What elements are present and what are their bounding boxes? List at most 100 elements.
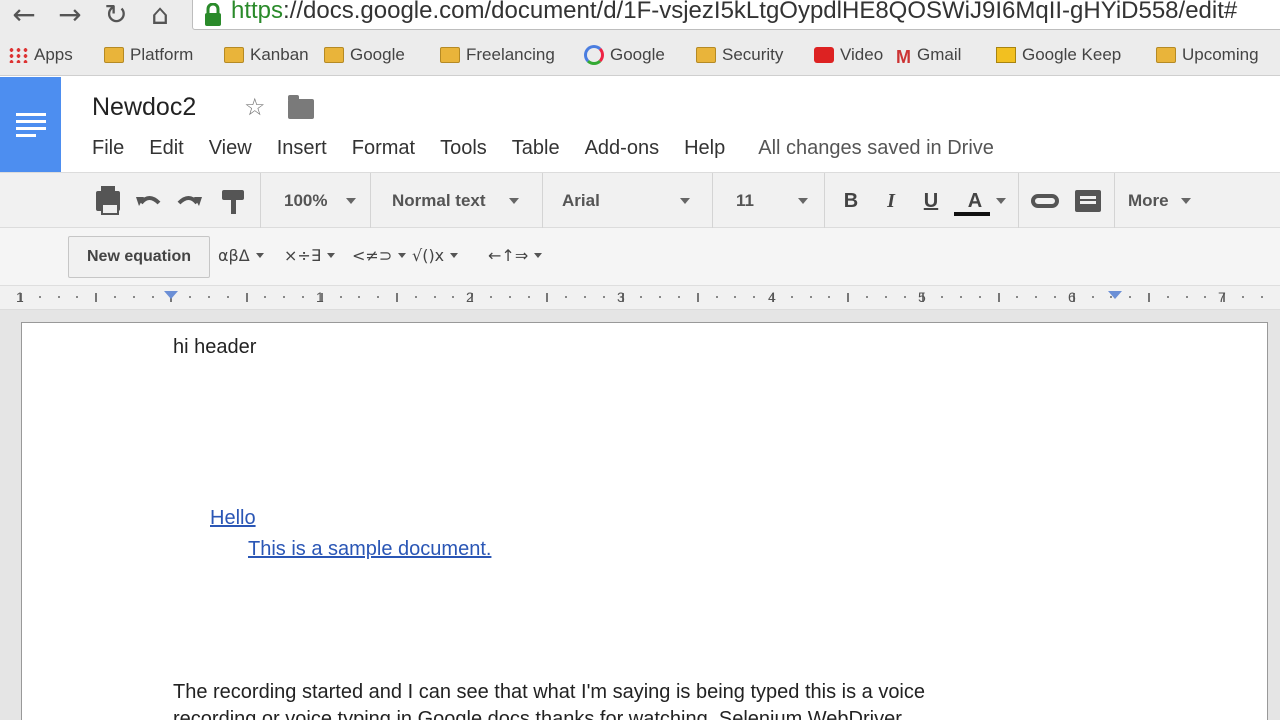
ruler-tick xyxy=(95,293,98,302)
bold-button[interactable]: B xyxy=(836,173,866,229)
link-hello[interactable]: Hello xyxy=(210,507,256,530)
ruler-dot xyxy=(1166,296,1169,298)
menu-edit[interactable]: Edit xyxy=(149,137,183,160)
operators-dropdown[interactable]: ×÷∃ xyxy=(284,240,335,270)
more-dropdown[interactable]: More xyxy=(1116,173,1206,229)
ruler-dot xyxy=(941,296,944,298)
insert-comment-button[interactable] xyxy=(1072,173,1104,229)
folder-icon xyxy=(104,47,124,63)
print-button[interactable] xyxy=(92,173,124,229)
chevron-down-icon xyxy=(346,198,356,204)
ruler-dot xyxy=(76,296,79,298)
ruler-dot xyxy=(659,296,662,298)
save-status[interactable]: All changes saved in Drive xyxy=(758,137,994,160)
toolbar-separator xyxy=(712,173,713,229)
menu-insert[interactable]: Insert xyxy=(277,137,327,160)
folder-icon xyxy=(324,47,344,63)
ruler[interactable]: 1 1 2 3 4 5 6 7 xyxy=(0,286,1280,310)
comment-icon xyxy=(1075,190,1101,212)
insert-link-button[interactable] xyxy=(1028,173,1062,229)
bookmark-upcoming[interactable]: Upcoming xyxy=(1156,41,1259,69)
zoom-dropdown[interactable]: 100% xyxy=(262,173,370,229)
menu-file[interactable]: File xyxy=(92,137,124,160)
ruler-label: 6 xyxy=(1068,289,1076,305)
greek-letters-label: αβΔ xyxy=(218,245,250,265)
ruler-dot xyxy=(828,296,831,298)
text-color-swatch xyxy=(954,212,990,216)
docs-home-button[interactable] xyxy=(0,77,61,172)
bookmark-freelancing[interactable]: Freelancing xyxy=(440,41,555,69)
header-text[interactable]: hi header xyxy=(173,336,256,359)
bookmark-label: Apps xyxy=(34,45,73,64)
ruler-dot xyxy=(809,296,812,298)
star-icon[interactable]: ☆ xyxy=(244,93,266,121)
style-dropdown[interactable]: Normal text xyxy=(372,173,542,229)
link-icon xyxy=(1031,194,1059,208)
ruler-tick xyxy=(696,293,699,302)
bookmark-keep[interactable]: Google Keep xyxy=(996,41,1121,69)
relations-dropdown[interactable]: <≠⊃ xyxy=(352,240,407,270)
left-indent-marker[interactable] xyxy=(164,291,178,299)
new-equation-button[interactable]: New equation xyxy=(68,236,210,278)
docs-logo-icon xyxy=(15,109,46,141)
zoom-value: 100% xyxy=(284,191,328,210)
toolbar-separator xyxy=(370,173,371,229)
bookmark-google-folder[interactable]: Google xyxy=(324,41,405,69)
menu-table[interactable]: Table xyxy=(512,137,560,160)
ruler-dot xyxy=(565,296,568,298)
ruler-dot xyxy=(57,296,60,298)
link-sample-document[interactable]: This is a sample document. xyxy=(248,538,491,561)
menu-help[interactable]: Help xyxy=(684,137,725,160)
bookmark-video[interactable]: Video xyxy=(814,41,883,69)
chevron-down-icon xyxy=(255,252,264,258)
ruler-dot xyxy=(132,296,135,298)
ruler-dot xyxy=(602,296,605,298)
italic-icon: I xyxy=(887,189,895,212)
font-dropdown[interactable]: Arial xyxy=(544,173,712,229)
math-operations-dropdown[interactable]: √()x xyxy=(412,240,459,270)
underline-button[interactable]: U xyxy=(916,173,946,229)
bookmark-kanban[interactable]: Kanban xyxy=(224,41,309,69)
folder-icon xyxy=(1156,47,1176,63)
ruler-dot xyxy=(414,296,417,298)
reload-icon[interactable]: ↻ xyxy=(96,0,136,31)
bookmark-platform[interactable]: Platform xyxy=(104,41,193,69)
ruler-dot xyxy=(339,296,342,298)
right-indent-marker[interactable] xyxy=(1108,291,1122,299)
redo-button[interactable] xyxy=(172,173,206,229)
ruler-dot xyxy=(208,296,210,298)
font-size-dropdown[interactable]: 11 xyxy=(714,173,824,229)
menu-format[interactable]: Format xyxy=(352,137,415,160)
address-bar[interactable]: https://docs.google.com/document/d/1F-vs… xyxy=(192,0,1280,30)
arrows-dropdown[interactable]: ←↑⇒ xyxy=(488,240,543,270)
youtube-icon xyxy=(814,47,834,63)
ruler-dot xyxy=(1242,296,1244,298)
document-page[interactable]: hi header Hello This is a sample documen… xyxy=(21,322,1268,720)
italic-button[interactable]: I xyxy=(876,173,906,229)
redo-icon xyxy=(177,196,202,206)
doc-title[interactable]: Newdoc2 xyxy=(92,93,196,122)
move-to-folder-icon[interactable] xyxy=(288,95,314,119)
paint-format-button[interactable] xyxy=(218,173,248,229)
bookmark-gmail[interactable]: M Gmail xyxy=(896,41,961,69)
undo-button[interactable] xyxy=(132,173,166,229)
bookmark-google[interactable]: Google xyxy=(584,41,665,69)
bookmark-security[interactable]: Security xyxy=(696,41,783,69)
toolbar-separator xyxy=(1114,173,1115,229)
text-color-button[interactable]: A xyxy=(956,173,1008,229)
forward-arrow-icon[interactable]: → xyxy=(50,0,90,31)
body-paragraph-line-1[interactable]: The recording started and I can see that… xyxy=(173,681,925,704)
ruler-dot xyxy=(490,296,492,298)
bookmark-apps[interactable]: Apps xyxy=(8,41,73,69)
document-canvas: hi header Hello This is a sample documen… xyxy=(0,310,1280,720)
chevron-down-icon xyxy=(509,198,519,204)
home-icon[interactable]: ⌂ xyxy=(140,0,180,31)
greek-letters-dropdown[interactable]: αβΔ xyxy=(218,240,264,270)
folder-icon xyxy=(224,47,244,63)
menu-view[interactable]: View xyxy=(209,137,252,160)
back-arrow-icon[interactable]: ← xyxy=(4,0,44,31)
menu-tools[interactable]: Tools xyxy=(440,137,487,160)
menu-addons[interactable]: Add-ons xyxy=(585,137,660,160)
keep-icon xyxy=(996,47,1016,63)
body-paragraph-line-2[interactable]: recording or voice typing in Google docs… xyxy=(173,708,902,720)
